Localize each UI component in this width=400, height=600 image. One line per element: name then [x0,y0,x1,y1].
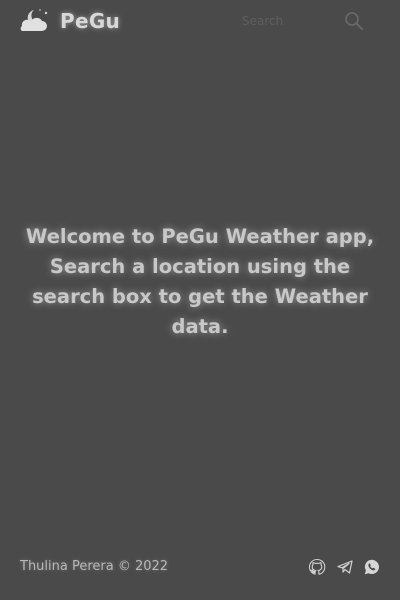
brand-name: PeGu [60,9,121,33]
telegram-icon [337,560,353,574]
github-icon [308,558,326,575]
whatsapp-link[interactable] [363,558,381,576]
search-icon [345,12,363,30]
telegram-link[interactable] [336,558,354,576]
copyright-text: Thulina Perera © 2022 [20,559,169,574]
github-link[interactable] [308,558,326,576]
moon-cloud-icon [20,9,48,31]
welcome-message: Welcome to PeGu Weather app, Search a lo… [25,225,375,338]
search-button[interactable] [344,10,366,32]
brand-link[interactable]: PeGu [18,7,120,35]
whatsapp-icon [364,559,379,575]
footer: Thulina Perera © 2022 [0,554,400,584]
search-input[interactable] [238,10,338,32]
top-navbar: PeGu [0,0,400,44]
